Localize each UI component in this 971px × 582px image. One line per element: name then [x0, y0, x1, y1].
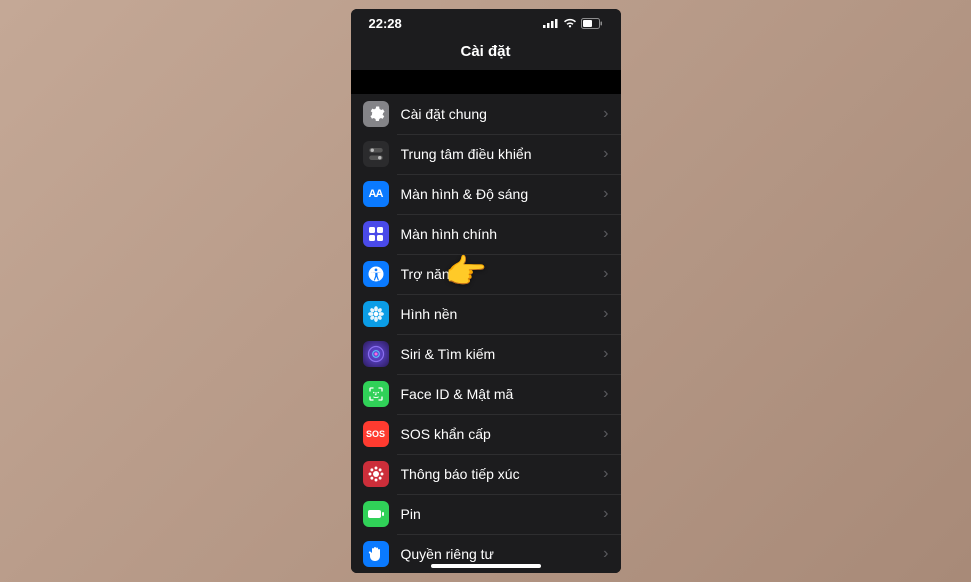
- battery-icon: [363, 501, 389, 527]
- status-indicators: [543, 18, 603, 29]
- row-label: Quyền riêng tư: [401, 546, 598, 562]
- chevron-right-icon: ›: [603, 465, 608, 483]
- row-label: Trợ năng: [401, 266, 598, 282]
- row-label: Màn hình chính: [401, 226, 598, 242]
- chevron-right-icon: ›: [603, 225, 608, 243]
- row-label: SOS khẩn cấp: [401, 426, 598, 442]
- chevron-right-icon: ›: [603, 505, 608, 523]
- section-gap: [351, 70, 621, 94]
- chevron-right-icon: ›: [603, 385, 608, 403]
- settings-row-wallpaper[interactable]: Hình nền ›: [351, 294, 621, 334]
- status-bar: 22:28: [351, 9, 621, 37]
- chevron-right-icon: ›: [603, 345, 608, 363]
- row-label: Thông báo tiếp xúc: [401, 466, 598, 482]
- settings-row-general[interactable]: Cài đặt chung ›: [351, 94, 621, 134]
- chevron-right-icon: ›: [603, 425, 608, 443]
- home-indicator: [431, 564, 541, 568]
- chevron-right-icon: ›: [603, 265, 608, 283]
- general-icon: [363, 101, 389, 127]
- settings-row-faceid[interactable]: Face ID & Mật mã ›: [351, 374, 621, 414]
- row-label: Cài đặt chung: [401, 106, 598, 122]
- settings-row-accessibility[interactable]: Trợ năng›👈: [351, 254, 621, 294]
- home-screen-icon: [363, 221, 389, 247]
- display-icon: AA: [363, 181, 389, 207]
- privacy-icon: [363, 541, 389, 567]
- siri-icon: [363, 341, 389, 367]
- settings-row-control-center[interactable]: Trung tâm điều khiển ›: [351, 134, 621, 174]
- chevron-right-icon: ›: [603, 105, 608, 123]
- wallpaper-icon: [363, 301, 389, 327]
- wifi-icon: [563, 18, 577, 28]
- settings-row-siri[interactable]: Siri & Tìm kiếm ›: [351, 334, 621, 374]
- phone-frame: 22:28 Cài đặt Cài đặt chung›Trung tâm đi…: [351, 9, 621, 573]
- battery-icon: [581, 18, 603, 29]
- settings-row-home-screen[interactable]: Màn hình chính ›: [351, 214, 621, 254]
- settings-row-sos[interactable]: SOS SOS khẩn cấp ›: [351, 414, 621, 454]
- chevron-right-icon: ›: [603, 145, 608, 163]
- settings-row-battery[interactable]: Pin ›: [351, 494, 621, 534]
- accessibility-icon: [363, 261, 389, 287]
- row-label: Hình nền: [401, 306, 598, 322]
- exposure-icon: [363, 461, 389, 487]
- faceid-icon: [363, 381, 389, 407]
- signal-icon: [543, 18, 559, 28]
- sos-icon: SOS: [363, 421, 389, 447]
- settings-row-display[interactable]: AA Màn hình & Độ sáng ›: [351, 174, 621, 214]
- chevron-right-icon: ›: [603, 545, 608, 563]
- chevron-right-icon: ›: [603, 185, 608, 203]
- status-time: 22:28: [369, 16, 402, 31]
- row-label: Pin: [401, 506, 598, 522]
- settings-list: Cài đặt chung › Trung tâm điều khiển › AA Màn…: [351, 94, 621, 573]
- control-center-icon: [363, 141, 389, 167]
- page-title: Cài đặt: [351, 37, 621, 70]
- row-label: Face ID & Mật mã: [401, 386, 598, 402]
- row-label: Siri & Tìm kiếm: [401, 346, 598, 362]
- settings-row-exposure[interactable]: Thông báo tiếp xúc ›: [351, 454, 621, 494]
- chevron-right-icon: ›: [603, 305, 608, 323]
- row-label: Màn hình & Độ sáng: [401, 186, 598, 202]
- row-label: Trung tâm điều khiển: [401, 146, 598, 162]
